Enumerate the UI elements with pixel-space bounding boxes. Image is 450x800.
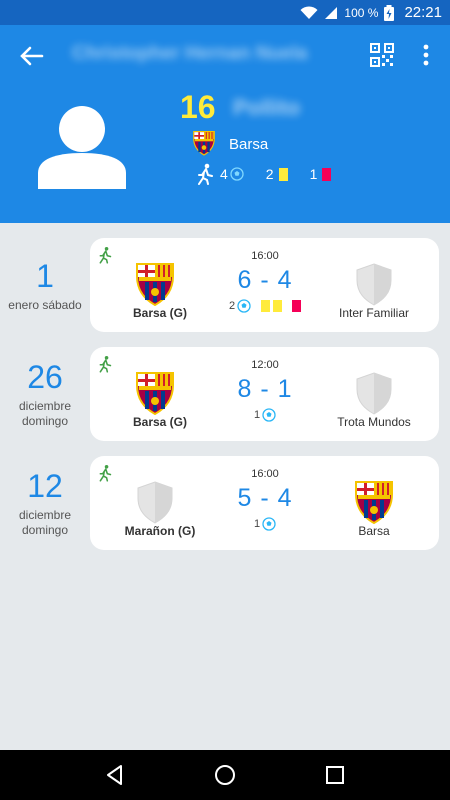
player-nickname: Pollito (233, 95, 301, 120)
runner-icon (99, 246, 112, 264)
generic-crest-icon (356, 263, 392, 306)
home-team-name: Barsa (G) (132, 415, 188, 429)
generic-crest-icon (137, 481, 173, 524)
jersey-number: 16 (180, 89, 216, 125)
match-day: 12 (27, 468, 63, 504)
match-events: 1 (210, 517, 320, 531)
match-day: 1 (36, 257, 54, 294)
match-time: 12:00 (251, 359, 279, 371)
match-card[interactable]: Barsa (G) 16:00 6 - 4 2 Inter Familiar (90, 238, 439, 332)
goals-count: 2 (228, 300, 236, 312)
home-team-name: Barsa (G) (132, 306, 188, 320)
battery-percent: 100 % (344, 5, 379, 20)
barca-crest-icon (136, 372, 174, 415)
match-date: 26 diciembre domingo (0, 347, 90, 441)
home-team-name: Marañon (G) (124, 524, 196, 538)
yellow-card-icon (278, 167, 288, 181)
match-row: 26 diciembre domingo Barsa (G) 12:00 8 -… (0, 347, 450, 441)
match-date-text: enero sábado (8, 297, 82, 312)
system-nav-bar (0, 750, 450, 800)
goals-count: 1 (253, 518, 261, 530)
arrow-back-icon[interactable] (16, 43, 46, 69)
match-date: 1 enero sábado (0, 238, 90, 332)
team-name: Barsa (229, 136, 269, 153)
player-name: Christopher Hernan Nuela (72, 43, 308, 64)
profile-header: Christopher Hernan Nuela 16 Pollito Bars… (0, 25, 450, 223)
match-date: 12 diciembre domingo (0, 456, 90, 550)
match-row: 12 diciembre domingo Marañon (G) 16:00 5… (0, 456, 450, 550)
signal-icon (325, 6, 338, 19)
goals-count: 4 (220, 166, 228, 182)
barca-crest-icon (193, 131, 215, 156)
soccer-ball-icon (230, 167, 244, 181)
match-events: 1 (210, 408, 320, 422)
player-stats: 4 2 1 (196, 163, 332, 185)
match-card[interactable]: Barsa (G) 12:00 8 - 1 1 Trota Mundos (90, 347, 439, 441)
match-date-text: diciembre domingo (18, 399, 72, 428)
match-day: 26 (27, 359, 63, 395)
away-team-name: Trota Mundos (337, 415, 411, 429)
runner-icon (198, 163, 213, 185)
barca-crest-icon (355, 481, 393, 524)
match-events: 2 (210, 299, 320, 313)
yellow-cards-count: 2 (265, 166, 274, 182)
runner-icon (99, 464, 112, 482)
avatar-icon (38, 106, 126, 189)
generic-crest-icon (356, 372, 392, 415)
nav-back-icon[interactable] (103, 763, 127, 787)
match-date-text: diciembre domingo (18, 508, 72, 537)
match-time: 16:00 (251, 468, 279, 480)
clock: 22:21 (404, 4, 442, 21)
nav-recents-icon[interactable] (323, 763, 347, 787)
match-score: 5 - 4 (237, 484, 293, 512)
runner-icon (99, 355, 112, 373)
red-cards-count: 1 (309, 166, 318, 182)
soccer-ball-icon (262, 517, 276, 531)
qr-code-icon[interactable] (370, 43, 394, 67)
more-vert-icon[interactable] (418, 41, 434, 69)
away-team-name: Barsa (358, 524, 390, 538)
nav-home-icon[interactable] (213, 763, 237, 787)
wifi-icon (300, 5, 318, 19)
goals-count: 1 (253, 409, 261, 421)
yellow-card-icon (273, 300, 283, 312)
status-bar: 100 % 22:21 (0, 0, 450, 25)
match-row: 1 enero sábado Barsa (G) 16:00 6 - 4 2 I… (0, 238, 450, 332)
red-card-icon (322, 167, 332, 181)
red-card-icon (292, 300, 302, 312)
match-card[interactable]: Marañon (G) 16:00 5 - 4 1 Barsa (90, 456, 439, 550)
match-score: 8 - 1 (237, 375, 293, 403)
soccer-ball-icon (237, 299, 251, 313)
yellow-card-icon (261, 300, 271, 312)
soccer-ball-icon (262, 408, 276, 422)
barca-crest-icon (136, 263, 174, 306)
match-score: 6 - 4 (237, 266, 293, 294)
match-time: 16:00 (251, 250, 279, 262)
battery-icon (384, 4, 395, 21)
away-team-name: Inter Familiar (338, 306, 409, 320)
